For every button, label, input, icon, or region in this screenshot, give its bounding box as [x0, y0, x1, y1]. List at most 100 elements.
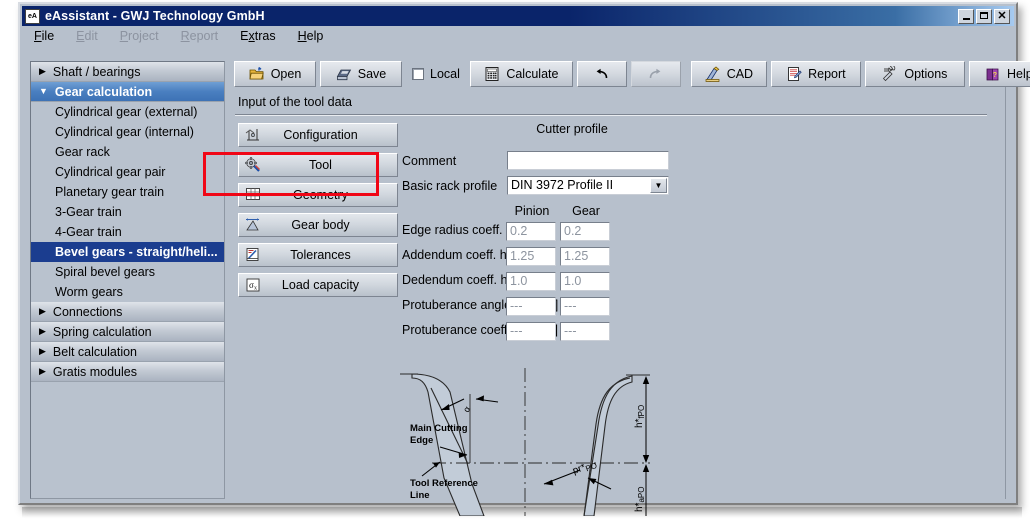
menu-project[interactable]: Project	[120, 29, 159, 43]
open-button[interactable]: Open	[234, 61, 316, 87]
chevron-right-icon: ▶	[39, 367, 46, 376]
pinion-value-dedendum[interactable]: 1.0	[506, 272, 556, 291]
sidebar-group-label: Shaft / bearings	[53, 65, 141, 79]
nav-button-load-capacity[interactable]: σ x Load capacity	[238, 273, 398, 297]
tool-gear-cutter-icon	[244, 156, 262, 174]
chevron-right-icon: ▶	[39, 307, 46, 316]
save-button[interactable]: Save	[320, 61, 402, 87]
pinion-value-edge-radius[interactable]: 0.2	[506, 222, 556, 241]
options-button[interactable]: Options	[865, 61, 965, 87]
chevron-right-icon: ▶	[39, 67, 46, 76]
checkbox-box[interactable]	[412, 68, 424, 80]
sidebar-group-gratis-modules[interactable]: ▶ Gratis modules	[31, 362, 224, 382]
redo-button	[631, 61, 681, 87]
sidebar-group-gear-calculation[interactable]: ▼ Gear calculation	[31, 82, 224, 102]
screenshot-root: eA eAssistant - GWJ Technology GmbH ✕ Fi…	[0, 0, 1030, 520]
sidebar-group-belt-calculation[interactable]: ▶ Belt calculation	[31, 342, 224, 362]
redo-arrow-icon	[647, 68, 664, 81]
gear-value-dedendum[interactable]: 1.0	[560, 272, 610, 291]
pinion-value-addendum[interactable]: 1.25	[506, 247, 556, 266]
sidebar-group-label: Gear calculation	[55, 85, 152, 99]
sidebar-item-spiral-bevel-gears[interactable]: Spiral bevel gears	[31, 262, 224, 282]
nav-button-configuration[interactable]: Configuration	[238, 123, 398, 147]
folder-open-icon	[249, 66, 265, 82]
toolbar: Open Save Local	[234, 61, 1030, 87]
calculate-button[interactable]: Calculate	[470, 61, 573, 87]
sidebar-group-label: Spring calculation	[53, 325, 152, 339]
sidebar-item-gear-rack[interactable]: Gear rack	[31, 142, 224, 162]
nav-button-gear-body[interactable]: Gear body	[238, 213, 398, 237]
close-button[interactable]: ✕	[994, 9, 1010, 24]
nav-button-tool[interactable]: Tool	[238, 153, 398, 177]
sidebar-navigation: ▶ Shaft / bearings ▼ Gear calculation Cy…	[30, 61, 225, 499]
sidebar-item-worm-gears[interactable]: Worm gears	[31, 282, 224, 302]
sidebar-item-label: 4-Gear train	[55, 225, 122, 239]
comment-input[interactable]	[507, 151, 669, 170]
gear-value-edge-radius[interactable]: 0.2	[560, 222, 610, 241]
sidebar-group-connections[interactable]: ▶ Connections	[31, 302, 224, 322]
section-title: Input of the tool data	[238, 95, 352, 109]
cad-button[interactable]: CAD	[691, 61, 767, 87]
menu-file[interactable]: File	[34, 29, 54, 43]
title-bar[interactable]: eA eAssistant - GWJ Technology GmbH ✕	[22, 6, 1014, 26]
help-label: Help	[1007, 67, 1030, 81]
sidebar-item-label: Spiral bevel gears	[55, 265, 155, 279]
cad-label: CAD	[727, 67, 753, 81]
sidebar-item-label: Cylindrical gear pair	[55, 165, 165, 179]
tools-wrench-icon	[882, 66, 898, 82]
client-area: ▶ Shaft / bearings ▼ Gear calculation Cy…	[22, 48, 1014, 503]
sidebar-item-planetary-gear-train[interactable]: Planetary gear train	[31, 182, 224, 202]
minimize-button[interactable]	[958, 9, 974, 24]
application-window: eA eAssistant - GWJ Technology GmbH ✕ Fi…	[18, 2, 1018, 505]
undo-button[interactable]	[577, 61, 627, 87]
chevron-down-icon[interactable]: ▼	[650, 178, 667, 193]
nav-label: Tool	[262, 158, 397, 172]
sidebar-item-cylindrical-gear-pair[interactable]: Cylindrical gear pair	[31, 162, 224, 182]
menu-help[interactable]: Help	[298, 29, 324, 43]
basic-rack-profile-row: Basic rack profile DIN 3972 Profile II ▼	[402, 176, 669, 195]
pinion-value-protuberance-angle[interactable]: ---	[506, 297, 556, 316]
tolerances-icon	[244, 246, 262, 264]
sidebar-item-4-gear-train[interactable]: 4-Gear train	[31, 222, 224, 242]
sidebar-group-label: Connections	[53, 305, 123, 319]
svg-text:?: ?	[993, 72, 997, 79]
gear-value-protuberance-angle[interactable]: ---	[560, 297, 610, 316]
diagram-label-h-fpo: h*fPO	[634, 405, 646, 428]
undo-arrow-icon	[593, 68, 610, 81]
main-panel: Open Save Local	[230, 61, 1006, 499]
nav-label: Configuration	[262, 128, 397, 142]
cutter-profile-title: Cutter profile	[482, 122, 662, 136]
sidebar-item-label: Cylindrical gear (internal)	[55, 125, 194, 139]
pinion-value-protuberance-coeff[interactable]: ---	[506, 322, 556, 341]
gear-value-addendum[interactable]: 1.25	[560, 247, 610, 266]
sidebar-item-label: Worm gears	[55, 285, 123, 299]
open-label: Open	[271, 67, 302, 81]
sidebar-item-cylindrical-gear-external[interactable]: Cylindrical gear (external)	[31, 102, 224, 122]
gear-value-protuberance-coeff[interactable]: ---	[560, 322, 610, 341]
sidebar-item-cylindrical-gear-internal[interactable]: Cylindrical gear (internal)	[31, 122, 224, 142]
menu-edit[interactable]: Edit	[76, 29, 98, 43]
table-row: Dedendum coeff. h*fPO [-] 1.0 1.0	[402, 272, 610, 291]
menu-report[interactable]: Report	[181, 29, 219, 43]
cad-ruler-pen-icon	[705, 66, 721, 82]
sidebar-group-shaft-bearings[interactable]: ▶ Shaft / bearings	[31, 62, 224, 82]
nav-button-tolerances[interactable]: Tolerances	[238, 243, 398, 267]
sidebar-group-label: Gratis modules	[53, 365, 137, 379]
table-row: Protuberance coeff. pr*PO [-] --- ---	[402, 322, 610, 341]
gear-body-icon	[244, 216, 262, 234]
maximize-button[interactable]	[976, 9, 992, 24]
sidebar-group-label: Belt calculation	[53, 345, 137, 359]
report-button[interactable]: Report	[771, 61, 861, 87]
geometry-grid-icon	[244, 186, 262, 204]
diagram-label-alpha: α	[461, 404, 472, 414]
help-button[interactable]: ? Help	[969, 61, 1030, 87]
sidebar-item-bevel-gears-straight-helical[interactable]: Bevel gears - straight/heli...	[31, 242, 224, 262]
sidebar-group-spring-calculation[interactable]: ▶ Spring calculation	[31, 322, 224, 342]
menu-extras[interactable]: Extras	[240, 29, 275, 43]
load-capacity-sigma-icon: σ x	[244, 276, 262, 294]
nav-button-geometry[interactable]: Geometry	[238, 183, 398, 207]
basic-rack-profile-select[interactable]: DIN 3972 Profile II ▼	[507, 176, 669, 195]
sidebar-item-3-gear-train[interactable]: 3-Gear train	[31, 202, 224, 222]
local-checkbox[interactable]: Local	[412, 67, 460, 81]
nav-label: Gear body	[262, 218, 397, 232]
